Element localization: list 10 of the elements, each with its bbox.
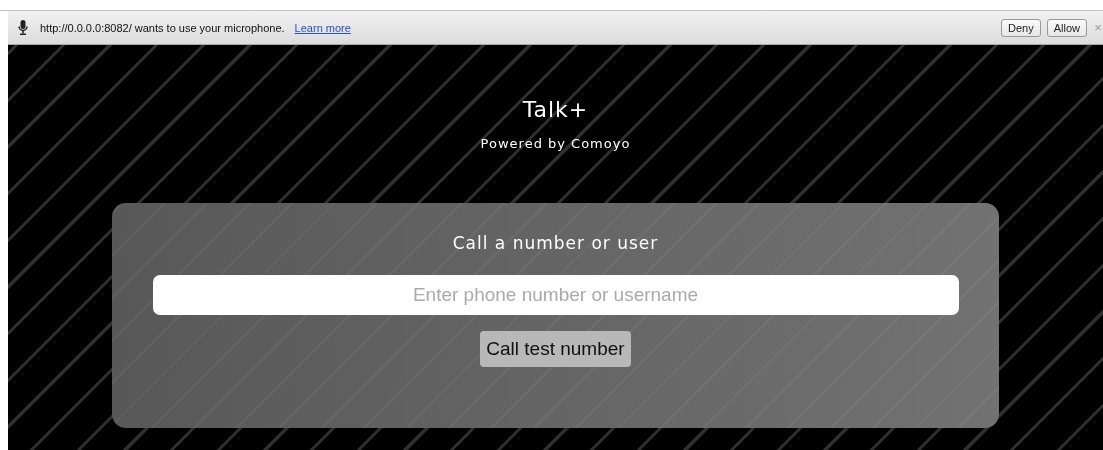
- app-subtitle: Powered by Comoyo: [480, 136, 631, 151]
- permission-button[interactable]: Deny: [1001, 18, 1041, 37]
- permission-button[interactable]: Allow: [1046, 18, 1087, 37]
- call-test-number-button[interactable]: Call test number: [480, 331, 631, 367]
- microphone-icon: [18, 20, 28, 35]
- input-field[interactable]: Enter phone number or username: [152, 275, 959, 315]
- card-heading: Call a number or user: [452, 233, 659, 253]
- permission-message: http://0.0.0.0:8082/ wants to use your microphone.: [40, 21, 285, 34]
- app-title: Talk+: [522, 97, 589, 122]
- learn-more-link[interactable]: Learn more: [294, 21, 351, 34]
